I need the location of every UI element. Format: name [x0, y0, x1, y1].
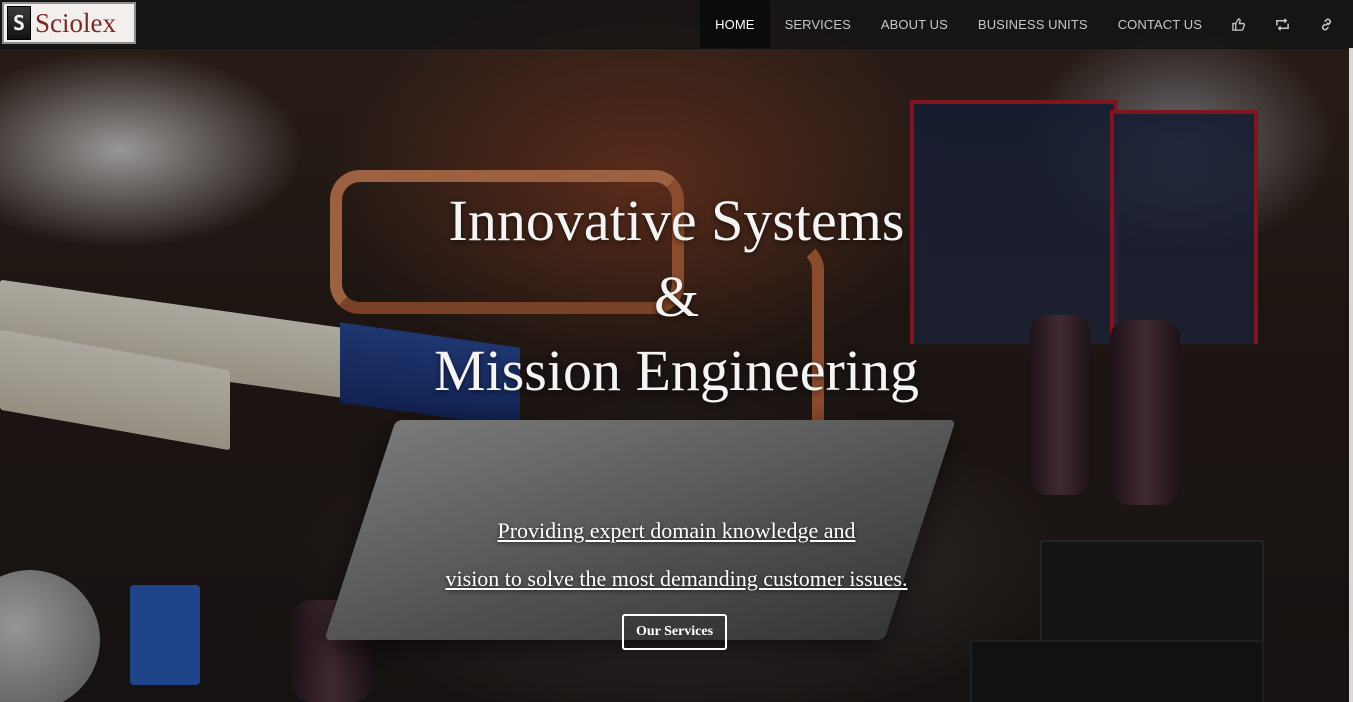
nav-item-business-units[interactable]: BUSINESS UNITS	[963, 0, 1103, 48]
logo-mark-icon: S	[7, 6, 31, 40]
hero-tagline-line2[interactable]: vision to solve the most demanding custo…	[0, 566, 1353, 592]
top-navbar: S Sciolex HOME SERVICES ABOUT US BUSINES…	[0, 0, 1353, 49]
nav-item-services[interactable]: SERVICES	[770, 0, 866, 48]
retweet-icon[interactable]	[1260, 0, 1305, 48]
brand-name: Sciolex	[35, 7, 116, 38]
main-nav: HOME SERVICES ABOUT US BUSINESS UNITS CO…	[700, 0, 1348, 48]
nav-item-about-us[interactable]: ABOUT US	[866, 0, 963, 48]
hero-headline-line1: Innovative Systems	[448, 188, 905, 253]
thumbs-up-icon[interactable]	[1217, 0, 1260, 48]
hero-section: Innovative Systems & Mission Engineering…	[0, 0, 1353, 702]
hero-tagline-line1[interactable]: Providing expert domain knowledge and	[0, 518, 1353, 544]
hero-headline-ampersand: &	[653, 264, 700, 329]
hero-headline-line3: Mission Engineering	[434, 338, 919, 403]
page-scrollbar[interactable]	[1349, 48, 1353, 702]
brand-logo[interactable]: S Sciolex	[2, 2, 136, 44]
nav-item-home[interactable]: HOME	[700, 0, 770, 48]
nav-item-contact-us[interactable]: CONTACT US	[1103, 0, 1217, 48]
our-services-button[interactable]: Our Services	[622, 614, 727, 650]
link-icon[interactable]	[1305, 0, 1348, 48]
